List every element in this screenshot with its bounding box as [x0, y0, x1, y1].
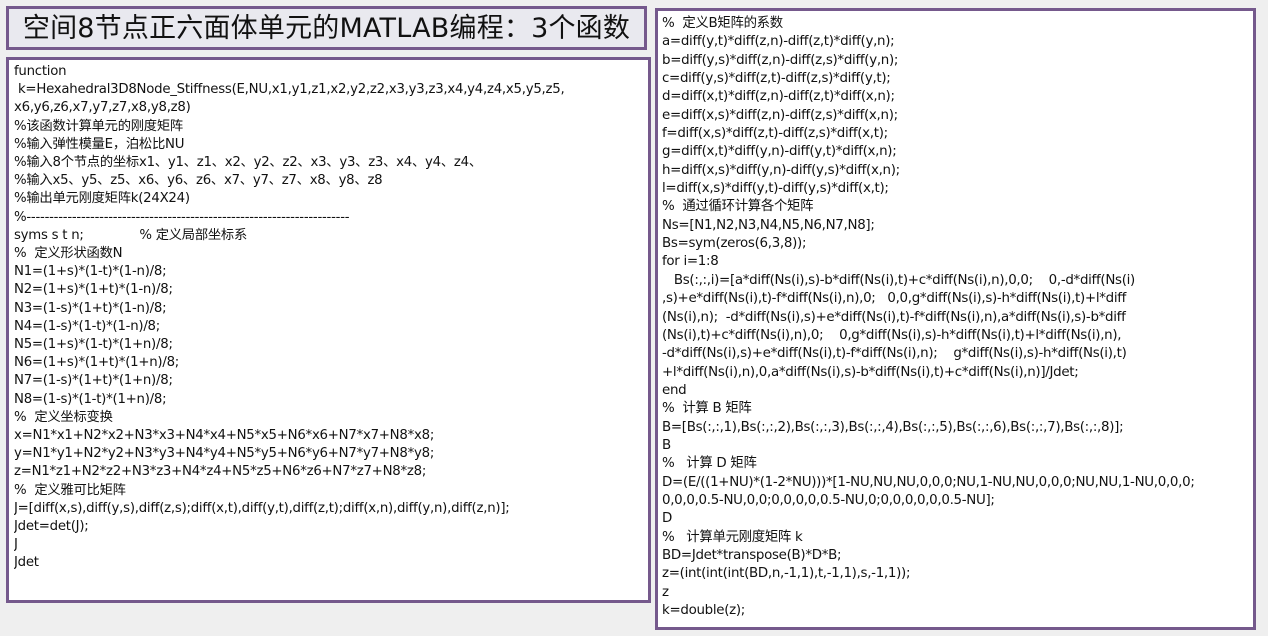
code-line: syms s t n; % 定义局部坐标系 — [14, 227, 248, 243]
code-line: end — [662, 382, 687, 398]
code-line: N2=(1+s)*(1+t)*(1-n)/8; — [14, 282, 173, 298]
code-line: z=(int(int(int(BD,n,-1,1),t,-1,1),s,-1,1… — [662, 566, 911, 582]
code-line: Jdet — [14, 555, 39, 571]
code-line: J — [14, 537, 18, 553]
code-line: % 定义雅可比矩阵 — [14, 482, 126, 498]
code-listing-right: % 定义B矩阵的系数 a=diff(y,t)*diff(z,n)-diff(z,t… — [662, 15, 1249, 620]
code-line: %该函数计算单元的刚度矩阵 — [14, 118, 183, 134]
code-line: B — [662, 437, 671, 453]
code-line: % 计算 B 矩阵 — [662, 401, 752, 417]
code-line: (Ns(i),t)+c*diff(Ns(i),n),0; 0,g*diff(Ns… — [662, 327, 1122, 343]
code-line: Bs(:,:,i)=[a*diff(Ns(i),s)-b*diff(Ns(i),… — [662, 272, 1135, 288]
code-line: function — [14, 64, 67, 79]
code-line: 0,0,0,0.5-NU,0,0;0,0,0,0,0.5-NU,0;0,0,0,… — [662, 492, 995, 508]
code-line: ,s)+e*diff(Ns(i),t)-f*diff(Ns(i),n),0; 0… — [662, 291, 1127, 307]
code-line: N5=(1+s)*(1-t)*(1+n)/8; — [14, 337, 173, 353]
code-line: b=diff(y,s)*diff(z,n)-diff(z,s)*diff(y,n… — [662, 52, 899, 68]
code-line: f=diff(x,s)*diff(z,t)-diff(z,s)*diff(x,t… — [662, 126, 888, 142]
code-line: J=[diff(x,s),diff(y,s),diff(z,s);diff(x,… — [14, 500, 510, 516]
code-line: Jdet=det(J); — [14, 519, 89, 535]
code-line: %输入弹性模量E，泊松比NU — [14, 136, 185, 152]
code-line: a=diff(y,t)*diff(z,n)-diff(z,t)*diff(y,n… — [662, 34, 895, 50]
code-line: %输出单元刚度矩阵k(24X24) — [14, 191, 190, 207]
code-line: N3=(1-s)*(1+t)*(1-n)/8; — [14, 300, 167, 316]
code-line: N7=(1-s)*(1+t)*(1+n)/8; — [14, 373, 173, 389]
code-line: N6=(1+s)*(1+t)*(1+n)/8; — [14, 355, 180, 371]
code-line: +l*diff(Ns(i),n),0,a*diff(Ns(i),s)-b*dif… — [662, 364, 1079, 380]
code-line: % 定义形状函数N — [14, 246, 123, 262]
code-line: %输入8个节点的坐标x1、y1、z1、x2、y2、z2、x3、y3、z3、x4、… — [14, 155, 482, 171]
code-line: %---------------------------------------… — [14, 209, 350, 225]
code-line: BD=Jdet*transpose(B)*D*B; — [662, 547, 842, 563]
code-line: Bs=sym(zeros(6,3,8)); — [662, 236, 807, 252]
code-line: % 计算 D 矩阵 — [662, 456, 757, 472]
code-line: y=N1*y1+N2*y2+N3*y3+N4*y4+N5*y5+N6*y6+N7… — [14, 446, 435, 462]
code-line: N1=(1+s)*(1-t)*(1-n)/8; — [14, 264, 167, 280]
code-line: % 定义坐标变换 — [14, 409, 113, 425]
code-line: c=diff(y,s)*diff(z,t)-diff(z,s)*diff(y,t… — [662, 71, 891, 87]
code-line: k=double(z); — [662, 603, 746, 618]
code-line: N8=(1-s)*(1-t)*(1+n)/8; — [14, 391, 167, 407]
code-line: Ns=[N1,N2,N3,N4,N5,N6,N7,N8]; — [662, 217, 875, 233]
code-line: h=diff(x,s)*diff(y,n)-diff(y,s)*diff(x,n… — [662, 162, 900, 178]
code-line: k=Hexahedral3D8Node_Stiffness(E,NU,x1,y1… — [14, 82, 565, 98]
slide-title: 空间8节点正六面体单元的MATLAB编程：3个函数 — [22, 12, 631, 44]
code-line: d=diff(x,t)*diff(z,n)-diff(z,t)*diff(x,n… — [662, 89, 895, 105]
code-panel-right: % 定义B矩阵的系数 a=diff(y,t)*diff(z,n)-diff(z,t… — [655, 8, 1256, 630]
code-line: z=N1*z1+N2*z2+N3*z3+N4*z4+N5*z5+N6*z6+N7… — [14, 464, 427, 480]
code-line: % 定义B矩阵的系数 — [662, 16, 783, 31]
code-line: (Ns(i),n); -d*diff(Ns(i),s)+e*diff(Ns(i)… — [662, 309, 1126, 325]
code-line: N4=(1-s)*(1-t)*(1-n)/8; — [14, 318, 160, 334]
code-line: l=diff(x,s)*diff(y,t)-diff(y,s)*diff(x,t… — [662, 181, 889, 197]
code-line: z — [662, 584, 669, 600]
code-line: g=diff(x,t)*diff(y,n)-diff(y,t)*diff(x,n… — [662, 144, 897, 160]
code-line: for i=1:8 — [662, 254, 719, 270]
code-line: -d*diff(Ns(i),s)+e*diff(Ns(i),t)-f*diff(… — [662, 346, 1127, 362]
code-listing-left: function k=Hexahedral3D8Node_Stiffness(E… — [14, 63, 643, 573]
code-panel-left: function k=Hexahedral3D8Node_Stiffness(E… — [6, 57, 651, 603]
code-line: x6,y6,z6,x7,y7,z7,x8,y8,z8) — [14, 100, 191, 116]
code-line: % 计算单元刚度矩阵 k — [662, 529, 803, 545]
code-line: %输入x5、y5、z5、x6、y6、z6、x7、y7、z7、x8、y8、z8 — [14, 173, 383, 189]
code-line: x=N1*x1+N2*x2+N3*x3+N4*x4+N5*x5+N6*x6+N7… — [14, 428, 435, 444]
code-line: D=(E/((1+NU)*(1-2*NU)))*[1-NU,NU,NU,0,0,… — [662, 474, 1195, 490]
code-line: % 通过循环计算各个矩阵 — [662, 199, 814, 215]
code-line: B=[Bs(:,:,1),Bs(:,:,2),Bs(:,:,3),Bs(:,:,… — [662, 419, 1124, 435]
code-line: D — [662, 511, 673, 527]
title-banner: 空间8节点正六面体单元的MATLAB编程：3个函数 — [6, 6, 647, 50]
code-line: e=diff(x,s)*diff(z,n)-diff(z,s)*diff(x,n… — [662, 107, 898, 123]
